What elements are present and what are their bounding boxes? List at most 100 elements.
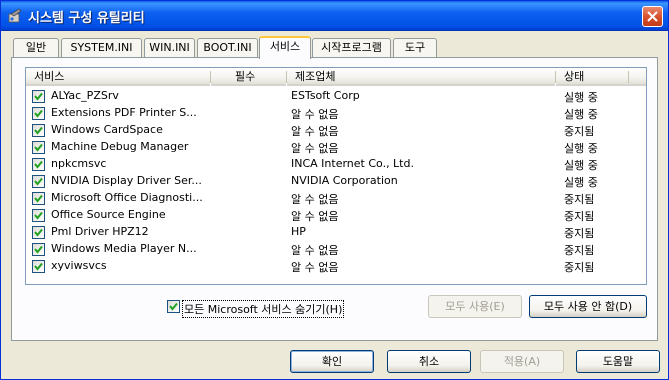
- tab-label: WIN.INI: [149, 41, 190, 54]
- column-header-required[interactable]: 필수: [211, 68, 286, 86]
- apply-button[interactable]: 적용(A): [480, 350, 564, 373]
- checkmark-icon: [34, 262, 43, 271]
- title-bar[interactable]: 시스템 구성 유틸리티: [1, 1, 668, 31]
- service-name: Pml Driver HPZ12: [51, 225, 149, 238]
- checkmark-icon: [34, 126, 43, 135]
- service-status: 중지됨: [564, 227, 595, 240]
- service-checkbox[interactable]: [32, 226, 45, 239]
- service-row[interactable]: NVIDIA Display Driver Ser... NVIDIA Corpo…: [26, 172, 646, 189]
- service-manufacturer: 알 수 없음: [291, 261, 339, 274]
- tab-startup[interactable]: 시작프로그램: [312, 38, 391, 57]
- column-header-filler: [629, 68, 646, 86]
- checkmark-icon: [34, 143, 43, 152]
- close-icon: [647, 11, 658, 22]
- service-status: 중지됨: [564, 193, 595, 206]
- enable-all-button[interactable]: 모두 사용(E): [428, 295, 522, 318]
- window-title: 시스템 구성 유틸리티: [28, 11, 145, 26]
- column-label: 상태: [564, 70, 585, 83]
- service-checkbox[interactable]: [32, 243, 45, 256]
- close-button[interactable]: [642, 6, 663, 27]
- service-name: Windows Media Player N...: [51, 242, 197, 255]
- service-checkbox[interactable]: [32, 124, 45, 137]
- checkmark-icon: [34, 177, 43, 186]
- tab-services[interactable]: 서비스: [259, 36, 311, 59]
- service-manufacturer: 알 수 없음: [291, 142, 339, 155]
- checkmark-icon: [34, 211, 43, 220]
- service-row[interactable]: Machine Debug Manager 알 수 없음 실행 중: [26, 138, 646, 155]
- service-row[interactable]: Windows CardSpace 알 수 없음 중지됨: [26, 121, 646, 138]
- system-config-window: 시스템 구성 유틸리티 일반 SYSTEM.INI WIN.INI BOOT.I…: [0, 0, 669, 380]
- service-name: Office Source Engine: [51, 208, 166, 221]
- service-name: NVIDIA Display Driver Ser...: [51, 174, 202, 187]
- service-row[interactable]: Pml Driver HPZ12 HP 중지됨: [26, 223, 646, 240]
- service-status: 중지됨: [564, 210, 595, 223]
- service-name: xyviwsvcs: [51, 259, 107, 272]
- service-manufacturer: HP: [291, 225, 306, 238]
- service-status: 실행 중: [564, 91, 598, 104]
- help-button[interactable]: 도움말: [576, 350, 660, 373]
- column-header-service[interactable]: 서비스: [26, 68, 210, 86]
- service-status: 실행 중: [564, 176, 598, 189]
- hide-microsoft-checkbox[interactable]: [167, 300, 180, 313]
- tab-label: 일반: [25, 41, 47, 54]
- column-label: 서비스: [34, 70, 65, 83]
- service-status: 중지됨: [564, 244, 595, 257]
- tab-win-ini[interactable]: WIN.INI: [144, 38, 195, 57]
- service-name: npkcmsvc: [51, 157, 107, 170]
- checkmark-icon: [34, 194, 43, 203]
- service-row[interactable]: Extensions PDF Printer S... 알 수 없음 실행 중: [26, 104, 646, 121]
- checkmark-icon: [34, 228, 43, 237]
- checkmark-icon: [169, 302, 178, 311]
- tab-boot-ini[interactable]: BOOT.INI: [197, 38, 258, 57]
- column-label: 제조업체: [295, 70, 336, 83]
- checkmark-icon: [34, 109, 43, 118]
- tab-tools[interactable]: 도구: [393, 38, 437, 57]
- service-row[interactable]: Microsoft Office Diagnosti... 알 수 없음 중지됨: [26, 189, 646, 206]
- service-checkbox[interactable]: [32, 107, 45, 120]
- service-checkbox[interactable]: [32, 141, 45, 154]
- services-list[interactable]: 서비스 필수 제조업체 상태 ALYac_PZSrv ESTsoft Corp 실행…: [25, 67, 647, 285]
- service-checkbox[interactable]: [32, 90, 45, 103]
- service-manufacturer: INCA Internet Co., Ltd.: [291, 157, 414, 170]
- service-manufacturer: 알 수 없음: [291, 244, 339, 257]
- hide-microsoft-label: 모든 Microsoft 서비스 숨기기(H): [182, 300, 345, 318]
- column-label: 필수: [235, 70, 256, 83]
- service-checkbox[interactable]: [32, 175, 45, 188]
- service-name: Microsoft Office Diagnosti...: [51, 191, 203, 204]
- service-name: Windows CardSpace: [51, 123, 163, 136]
- service-row[interactable]: xyviwsvcs 알 수 없음 중지됨: [26, 257, 646, 274]
- service-row[interactable]: ALYac_PZSrv ESTsoft Corp 실행 중: [26, 87, 646, 104]
- msconfig-app-icon: [7, 8, 23, 24]
- cancel-button[interactable]: 취소: [387, 350, 471, 373]
- service-manufacturer: 알 수 없음: [291, 125, 339, 138]
- tab-label: BOOT.INI: [203, 41, 252, 54]
- tab-label: 시작프로그램: [321, 41, 382, 54]
- service-manufacturer: NVIDIA Corporation: [291, 174, 398, 187]
- service-manufacturer: 알 수 없음: [291, 210, 339, 223]
- service-row[interactable]: Office Source Engine 알 수 없음 중지됨: [26, 206, 646, 223]
- service-checkbox[interactable]: [32, 158, 45, 171]
- tab-system-ini[interactable]: SYSTEM.INI: [61, 38, 142, 57]
- service-status: 중지됨: [564, 125, 595, 138]
- checkmark-icon: [34, 245, 43, 254]
- service-checkbox[interactable]: [32, 192, 45, 205]
- service-name: Machine Debug Manager: [51, 140, 189, 153]
- service-status: 실행 중: [564, 142, 598, 155]
- tab-general[interactable]: 일반: [13, 38, 59, 57]
- service-name: Extensions PDF Printer S...: [51, 106, 197, 119]
- service-row[interactable]: npkcmsvc INCA Internet Co., Ltd. 실행 중: [26, 155, 646, 172]
- service-manufacturer: ESTsoft Corp: [291, 89, 360, 102]
- ok-button[interactable]: 확인: [290, 350, 374, 373]
- service-row[interactable]: Windows Media Player N... 알 수 없음 중지됨: [26, 240, 646, 257]
- service-manufacturer: 알 수 없음: [291, 108, 339, 121]
- service-status: 실행 중: [564, 108, 598, 121]
- checkmark-icon: [34, 92, 43, 101]
- service-checkbox[interactable]: [32, 209, 45, 222]
- service-name: ALYac_PZSrv: [51, 89, 119, 102]
- column-header-manufacturer[interactable]: 제조업체: [287, 68, 555, 86]
- service-manufacturer: 알 수 없음: [291, 193, 339, 206]
- disable-all-button[interactable]: 모두 사용 안 함(D): [529, 295, 647, 318]
- service-checkbox[interactable]: [32, 260, 45, 273]
- tab-label: SYSTEM.INI: [70, 41, 133, 54]
- tab-label: 서비스: [269, 40, 301, 53]
